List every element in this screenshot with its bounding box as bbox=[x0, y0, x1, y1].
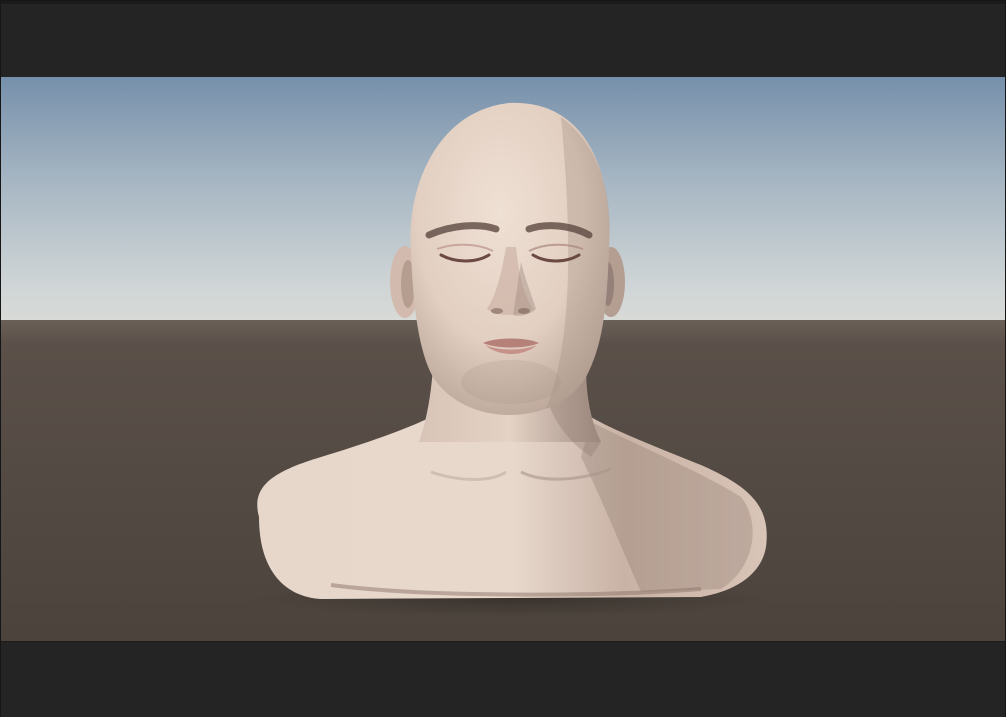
scene-canvas bbox=[1, 77, 1005, 641]
top-window-edge bbox=[1, 1, 1005, 4]
bottom-letterbox-bar bbox=[1, 641, 1005, 717]
right-nostril bbox=[518, 308, 530, 314]
top-letterbox-bar bbox=[1, 1, 1005, 78]
game-window bbox=[0, 0, 1006, 717]
left-nostril bbox=[491, 308, 503, 314]
scene-viewport[interactable] bbox=[1, 77, 1005, 641]
chin-stubble bbox=[461, 360, 561, 404]
